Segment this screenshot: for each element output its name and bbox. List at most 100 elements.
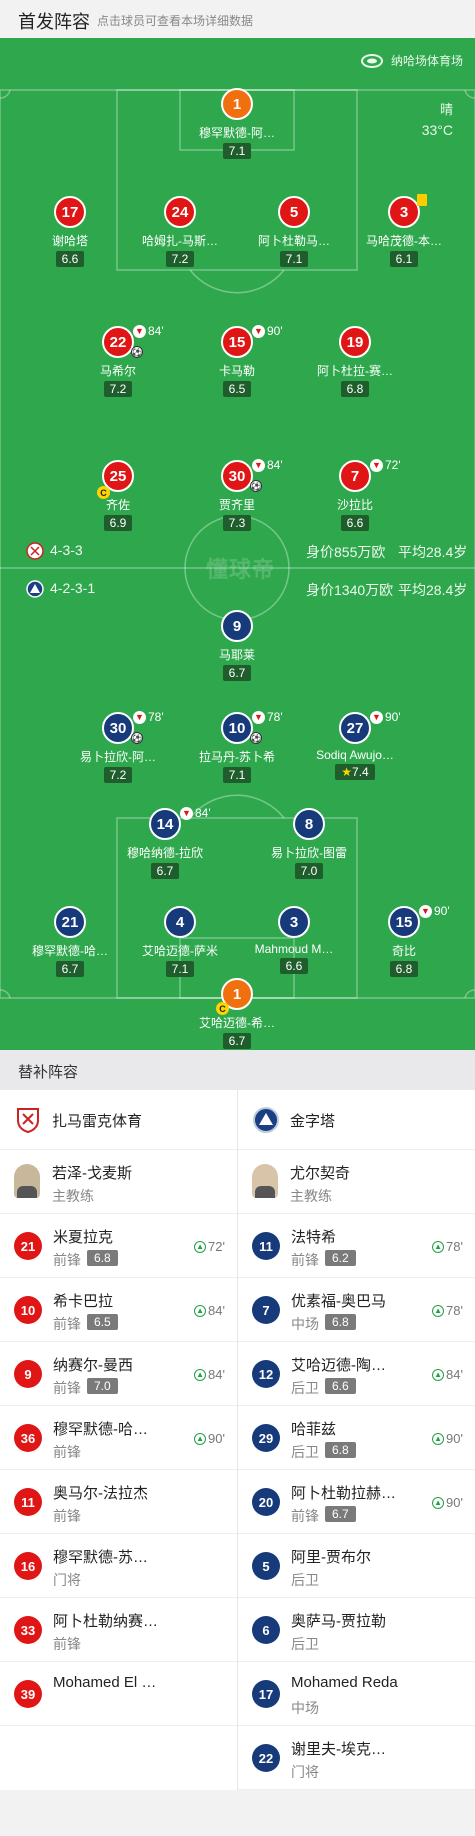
sub-player-number: 33 [14,1616,42,1644]
player-number: 7 [339,460,371,492]
sub-player-rating: 6.7 [325,1506,356,1522]
sub-off-icon: ▼ [133,710,146,724]
sub-minute: 90' [385,710,401,724]
sub-player-row[interactable]: 10 希卡巴拉 前锋 6.5 ▲ 84' [0,1278,237,1342]
sub-off-icon: ▼ [252,710,265,724]
sub-player-row[interactable]: 5 阿里-贾布尔 后卫 [238,1534,475,1598]
home-player-5[interactable]: 5 阿卜杜勒马… 7.1 [239,196,349,268]
pitch: 纳哈场体育场 晴 33°C 懂球帝 4-3-3 身价855万欧 平均28.4岁 … [0,38,475,1050]
away-player-4[interactable]: 4 艾哈迈德-萨米 7.1 [125,906,235,978]
sub-player-row[interactable]: 12 艾哈迈德-陶… 后卫 6.6 ▲ 84' [238,1342,475,1406]
sub-player-row[interactable]: 17 Mohamed Reda 中场 [238,1662,475,1726]
sub-off-icon: ▼ [252,324,265,338]
player-number: 3 [278,906,310,938]
sub-on-icon: ▲ [432,1496,445,1509]
home-player-22[interactable]: 22 ▼ 84' ⚽ 马希尔 7.2 [63,324,173,398]
away-player-15[interactable]: 15 ▼ 90' 奇比 6.8 [349,904,459,978]
sub-player-row[interactable]: 36 穆罕默德-哈… 前锋 ▲ 90' [0,1406,237,1470]
sub-player-number: 16 [14,1552,42,1580]
home-player-3[interactable]: 3 马哈茂德-本… 6.1 [349,194,459,268]
home-player-25[interactable]: 25 C 齐佐 6.9 [63,460,173,532]
rating-value: 7.4 [352,765,369,779]
sub-player-row[interactable]: 21 米夏拉克 前锋 6.8 ▲ 72' [0,1214,237,1278]
sub-player-name: 优素福-奥巴马 [291,1293,386,1310]
captain-icon: C [97,486,110,499]
sub-player-position: 前锋 [291,1252,319,1268]
sub-player-rating: 6.8 [325,1442,356,1458]
sub-on-minute: 90' [208,1431,225,1446]
away-player-21[interactable]: 21 穆罕默德-哈… 6.7 [15,906,125,978]
sub-player-row[interactable]: 7 优素福-奥巴马 中场 6.8 ▲ 78' [238,1278,475,1342]
sub-player-position: 后卫 [291,1636,319,1652]
home-player-17[interactable]: 17 谢哈塔 6.6 [15,196,125,268]
sub-on-icon: ▲ [432,1368,445,1381]
player-rating: 7.0 [294,863,324,879]
player-number: 15 [388,906,420,938]
sub-player-name: 希卡巴拉 [53,1293,114,1310]
sub-player-row[interactable]: 11 奥马尔-法拉杰 前锋 [0,1470,237,1534]
home-coach[interactable]: 若泽-戈麦斯 主教练 [0,1150,237,1214]
player-number: 1 [221,88,253,120]
sub-player-rating: 6.8 [325,1314,356,1330]
home-player-19[interactable]: 19 阿卜杜拉-赛… 6.8 [300,326,410,398]
sub-on-indicator: ▲ 90' [432,1431,463,1446]
player-number: 8 [293,808,325,840]
player-number: 3 [388,196,420,228]
coach-name: 尤尔契奇 [290,1165,351,1182]
sub-minute: 84' [195,806,211,820]
venue-name: 纳哈场体育场 [390,54,463,68]
away-player-1[interactable]: 1 C 艾哈迈德-希… 6.7 [182,978,292,1050]
home-player-30[interactable]: 30 ▼ 84' ⚽ 贾齐里 7.3 [182,458,292,532]
sub-player-number: 5 [252,1552,280,1580]
player-rating: 7.1 [222,143,252,159]
away-player-8[interactable]: 8 易卜拉欣-图雷 7.0 [254,808,364,880]
player-rating: 7.2 [165,251,195,267]
away-coach[interactable]: 尤尔契奇 主教练 [238,1150,475,1214]
sub-player-row[interactable]: 6 奥萨马-贾拉勒 后卫 [238,1598,475,1662]
away-player-10[interactable]: 10 ▼ 78' ⚽ 拉马丹-苏卜希 7.1 [182,710,292,784]
sub-player-number: 29 [252,1424,280,1452]
sub-player-row[interactable]: 22 谢里夫-埃克… 门将 [238,1726,475,1790]
player-rating: 6.7 [150,863,180,879]
sub-on-minute: 84' [208,1367,225,1382]
away-player-14[interactable]: 14 ▼ 84' 穆哈纳德-拉欣 6.7 [110,806,220,880]
home-team-header: 扎马雷克体育 [0,1090,237,1150]
player-name: 阿卜杜拉-赛… [317,364,393,378]
player-rating: 6.6 [340,515,370,531]
home-player-24[interactable]: 24 哈姆扎-马斯… 7.2 [125,196,235,268]
sub-minute: 90' [267,324,283,338]
sub-player-row[interactable]: 20 阿卜杜勒拉赫… 前锋 6.7 ▲ 90' [238,1470,475,1534]
sub-player-number: 36 [14,1424,42,1452]
away-player-27[interactable]: 27 ▼ 90' Sodiq Awujo… ★7.4 [300,710,410,781]
player-rating: 7.1 [165,961,195,977]
sub-player-number: 20 [252,1488,280,1516]
subs-title: 替补阵容 [18,1064,79,1081]
away-player-9[interactable]: 9 马耶莱 6.7 [182,610,292,682]
temperature: 33°C [421,122,453,138]
sub-on-icon: ▲ [194,1432,207,1445]
player-rating: ★7.4 [335,764,375,780]
sub-player-number: 22 [252,1744,280,1772]
away-player-30[interactable]: 30 ▼ 78' ⚽ 易卜拉欣-阿… 7.2 [63,710,173,784]
sub-player-row[interactable]: 11 法特希 前锋 6.2 ▲ 78' [238,1214,475,1278]
away-player-3[interactable]: 3 Mahmoud M… 6.6 [239,906,349,975]
sub-player-row[interactable]: 39 Mohamed El … [0,1662,237,1726]
sub-player-name: 谢里夫-埃克… [291,1741,386,1758]
sub-player-row[interactable]: 9 纳赛尔-曼西 前锋 7.0 ▲ 84' [0,1342,237,1406]
sub-player-row[interactable]: 16 穆罕默德-苏… 门将 [0,1534,237,1598]
weather-text: 晴 [439,102,453,117]
sub-player-name: 穆罕默德-苏… [53,1549,148,1566]
sub-player-row[interactable]: 33 阿卜杜勒纳赛… 前锋 [0,1598,237,1662]
sub-player-position: 前锋 [53,1444,81,1460]
sub-player-name: Mohamed El … [53,1674,157,1691]
home-player-7[interactable]: 7 ▼ 72' 沙拉比 6.6 [300,458,410,532]
sub-on-icon: ▲ [194,1304,207,1317]
sub-player-row[interactable]: 29 哈菲兹 后卫 6.8 ▲ 90' [238,1406,475,1470]
sub-player-position: 前锋 [53,1316,81,1332]
player-name: 阿卜杜勒马… [257,234,330,248]
sub-on-minute: 84' [446,1367,463,1382]
home-player-15[interactable]: 15 ▼ 90' 卡马勒 6.5 [182,324,292,398]
home-player-1[interactable]: 1 穆罕默德-阿… 7.1 [182,88,292,160]
home-team-summary: 4-3-3 身价855万欧 平均28.4岁 [0,540,475,562]
away-team-crest-icon [253,1107,279,1133]
